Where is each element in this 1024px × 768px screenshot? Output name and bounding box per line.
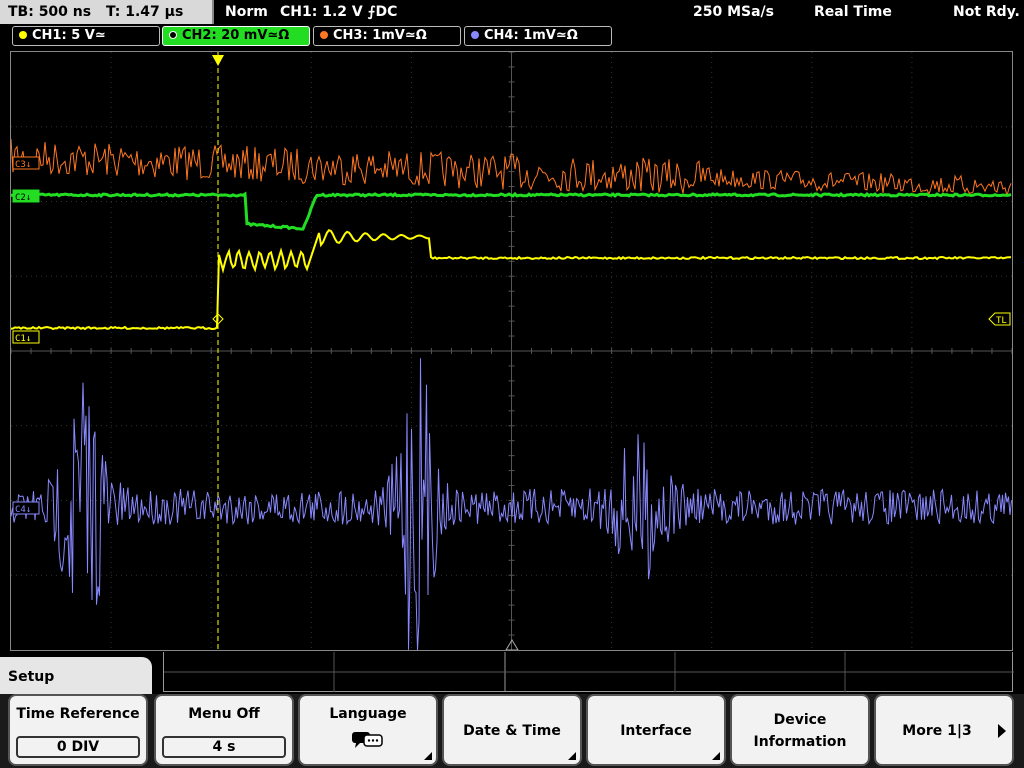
ch3-label: CH3: 1mV≃Ω (333, 28, 427, 43)
channel-tab-ch3[interactable]: CH3: 1mV≃Ω (313, 26, 461, 46)
ch2-ground-marker: C2↓ (12, 189, 40, 203)
timebase-value: TB: 500 ns (8, 4, 92, 20)
time-reference-value: 0 DIV (16, 736, 140, 758)
trigger-level-marker: TL (988, 312, 1011, 326)
menu-title: Setup (0, 657, 152, 697)
ch1-ground-marker: C1↓ (12, 330, 40, 344)
graticule-grid (11, 52, 1012, 650)
ch1-color-dot (19, 31, 27, 39)
time-reference-label: Time Reference (16, 706, 140, 722)
channel-tab-ch4[interactable]: CH4: 1mV≃Ω (464, 26, 612, 46)
trigger-mode[interactable]: Norm (225, 0, 268, 24)
waveform-canvas: C1↓ C2↓ C3↓ C4↓ TL (11, 52, 1012, 650)
trigger-level-label: TL (996, 316, 1007, 326)
ch2-label: CH2: 20 mV≃Ω (182, 28, 290, 43)
ch4-label: CH4: 1mV≃Ω (484, 28, 578, 43)
ch4-marker-label: C4↓ (15, 505, 31, 515)
ch2-marker-label: C2↓ (15, 193, 31, 203)
ch3-ground-marker: C3↓ (12, 156, 40, 170)
arrow-right-icon (998, 724, 1006, 738)
submenu-corner-icon (712, 752, 720, 760)
date-time-button[interactable]: Date & Time (442, 694, 582, 766)
trigger-position-marker (212, 55, 224, 66)
ch4-ground-marker: C4↓ (12, 501, 40, 515)
menu-off-button[interactable]: Menu Off 4 s (154, 694, 294, 766)
ready-state: Not Rdy. (953, 4, 1020, 20)
status-bar: TB: 500 ns T: 1.47 µs Norm CH1: 1.2 V ⨍D… (0, 0, 1024, 24)
ch3-marker-label: C3↓ (15, 160, 31, 170)
ch1-label: CH1: 5 V≃ (32, 28, 106, 43)
ch2-color-dot (169, 31, 177, 39)
submenu-corner-icon (424, 752, 432, 760)
menu-off-label: Menu Off (188, 706, 260, 722)
ch1-marker-label: C1↓ (15, 334, 31, 344)
channel-tab-ch2[interactable]: CH2: 20 mV≃Ω (162, 26, 310, 46)
more-button[interactable]: More 1|3 (874, 694, 1014, 766)
submenu-corner-icon (568, 752, 576, 760)
date-time-label: Date & Time (463, 723, 561, 739)
channel-tab-ch1[interactable]: CH1: 5 V≃ (12, 26, 160, 46)
menu-off-value: 4 s (162, 736, 286, 758)
softkey-menu: Time Reference 0 DIV Menu Off 4 s Langua… (0, 694, 1024, 768)
trigger-info[interactable]: CH1: 1.2 V ⨍DC (280, 0, 397, 24)
device-info-label-line1: Device (773, 712, 827, 728)
ch3-color-dot (320, 31, 328, 39)
timebase-box[interactable]: TB: 500 ns T: 1.47 µs (0, 0, 214, 24)
speech-bubbles-icon (352, 732, 383, 748)
sample-rate: 250 MSa/s (693, 4, 775, 20)
interface-button[interactable]: Interface (586, 694, 726, 766)
channel-bar: CH1: 5 V≃ CH2: 20 mV≃Ω CH3: 1mV≃Ω CH4: 1… (0, 26, 1024, 48)
trigger-time-value: T: 1.47 µs (105, 4, 184, 20)
language-label: Language (329, 706, 407, 722)
zoom-strip (163, 652, 1014, 692)
acquisition-mode[interactable]: Real Time (814, 0, 892, 24)
language-button[interactable]: Language (298, 694, 438, 766)
strip-grid (164, 652, 1014, 692)
interface-label: Interface (620, 723, 692, 739)
device-information-button[interactable]: Device Information (730, 694, 870, 766)
waveform-display[interactable]: C1↓ C2↓ C3↓ C4↓ TL (10, 51, 1013, 651)
more-label: More 1|3 (902, 723, 972, 739)
device-info-label-line2: Information (753, 734, 847, 750)
time-reference-button[interactable]: Time Reference 0 DIV (8, 694, 148, 766)
ch4-color-dot (471, 31, 479, 39)
